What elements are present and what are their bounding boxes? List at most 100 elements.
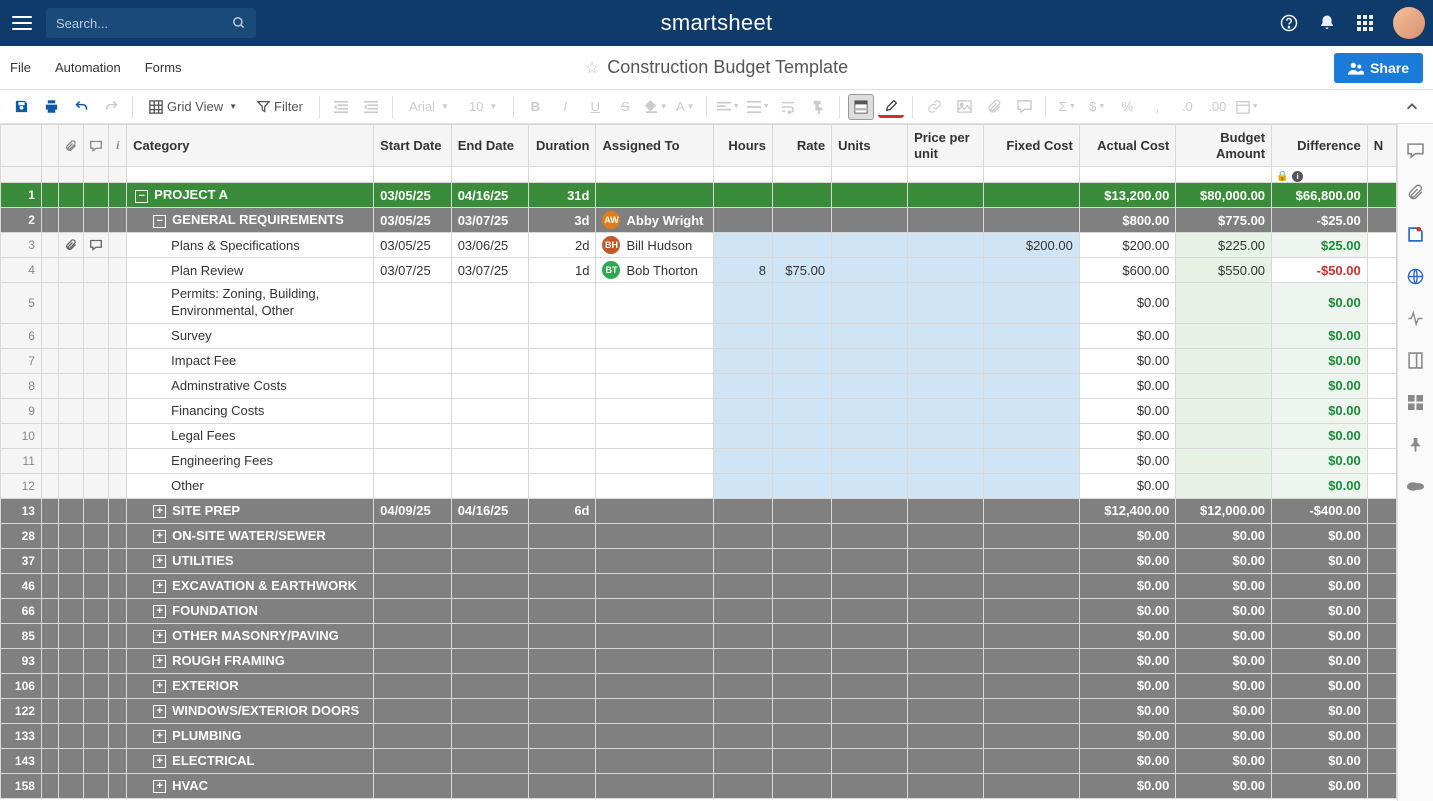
header-info-icon[interactable]: i (109, 125, 127, 167)
underline-icon[interactable]: U (582, 94, 608, 120)
cell-hours[interactable] (714, 748, 773, 773)
cell-actual[interactable]: $0.00 (1079, 548, 1176, 573)
cell-hours[interactable] (714, 523, 773, 548)
row-attach[interactable] (59, 323, 84, 348)
cell-end[interactable] (451, 748, 528, 773)
cell-assigned[interactable] (596, 723, 714, 748)
cell-hours[interactable] (714, 373, 773, 398)
cell-start[interactable] (374, 283, 452, 324)
cell-duration[interactable] (528, 398, 596, 423)
cell-duration[interactable] (528, 473, 596, 498)
cell-duration[interactable] (528, 648, 596, 673)
sum-icon[interactable]: Σ▼ (1054, 94, 1080, 120)
row-attach[interactable] (59, 573, 84, 598)
cell-end[interactable]: 04/16/25 (451, 183, 528, 208)
cell-assigned[interactable] (596, 473, 714, 498)
cell-fixed[interactable] (984, 398, 1080, 423)
cell-notes[interactable] (1367, 623, 1396, 648)
cell-notes[interactable] (1367, 423, 1396, 448)
cell-duration[interactable] (528, 748, 596, 773)
header-end[interactable]: End Date (451, 125, 528, 167)
cell-budget[interactable]: $775.00 (1176, 208, 1272, 233)
filter-button[interactable]: Filter (249, 94, 311, 120)
cell-end[interactable] (451, 648, 528, 673)
cell-assigned[interactable] (596, 548, 714, 573)
cell-actual[interactable]: $0.00 (1079, 373, 1176, 398)
cell-actual[interactable]: $0.00 (1079, 648, 1176, 673)
cell-budget[interactable] (1176, 423, 1272, 448)
cell-rate[interactable] (772, 723, 831, 748)
cell-diff[interactable]: $0.00 (1272, 623, 1368, 648)
cell-start[interactable] (374, 748, 452, 773)
expand-icon[interactable]: + (153, 505, 166, 518)
cell-ppu[interactable] (908, 748, 984, 773)
cell-units[interactable] (832, 183, 908, 208)
row-number[interactable]: 12 (1, 473, 42, 498)
cell-budget[interactable] (1176, 323, 1272, 348)
cell-end[interactable] (451, 448, 528, 473)
row-comment[interactable] (84, 423, 109, 448)
cell-rate[interactable] (772, 673, 831, 698)
cell-category[interactable]: Plans & Specifications (127, 233, 374, 258)
cell-fixed[interactable] (984, 183, 1080, 208)
cell-notes[interactable] (1367, 648, 1396, 673)
cell-units[interactable] (832, 283, 908, 324)
cell-start[interactable]: 03/07/25 (374, 258, 452, 283)
header-duration[interactable]: Duration (528, 125, 596, 167)
file-menu[interactable]: File (10, 60, 31, 75)
grid-row[interactable]: 122+WINDOWS/EXTERIOR DOORS$0.00$0.00$0.0… (1, 698, 1397, 723)
row-comment[interactable] (84, 448, 109, 473)
cell-start[interactable] (374, 598, 452, 623)
cell-start[interactable] (374, 473, 452, 498)
expand-icon[interactable]: + (153, 680, 166, 693)
cell-end[interactable] (451, 283, 528, 324)
cell-ppu[interactable] (908, 423, 984, 448)
cell-budget[interactable]: $225.00 (1176, 233, 1272, 258)
cell-notes[interactable] (1367, 183, 1396, 208)
cell-units[interactable] (832, 348, 908, 373)
row-comment[interactable] (84, 523, 109, 548)
grid-row[interactable]: 13+SITE PREP04/09/2504/16/256d$12,400.00… (1, 498, 1397, 523)
cell-hours[interactable] (714, 348, 773, 373)
cell-diff[interactable]: -$400.00 (1272, 498, 1368, 523)
cell-start[interactable]: 04/09/25 (374, 498, 452, 523)
indent-icon[interactable] (358, 94, 384, 120)
cell-actual[interactable]: $200.00 (1079, 233, 1176, 258)
cell-hours[interactable] (714, 598, 773, 623)
row-attach[interactable] (59, 548, 84, 573)
grid-row[interactable]: 7Impact Fee$0.00$0.00 (1, 348, 1397, 373)
row-number[interactable]: 46 (1, 573, 42, 598)
cell-fixed[interactable] (984, 773, 1080, 798)
star-icon[interactable]: ☆ (585, 58, 599, 78)
cell-ppu[interactable] (908, 573, 984, 598)
row-attach[interactable] (59, 448, 84, 473)
cell-rate[interactable] (772, 233, 831, 258)
cell-actual[interactable]: $0.00 (1079, 573, 1176, 598)
cell-category[interactable]: +EXCAVATION & EARTHWORK (127, 573, 374, 598)
row-number[interactable]: 9 (1, 398, 42, 423)
cell-diff[interactable]: $25.00 (1272, 233, 1368, 258)
cell-budget[interactable] (1176, 283, 1272, 324)
cell-category[interactable]: +WINDOWS/EXTERIOR DOORS (127, 698, 374, 723)
cell-units[interactable] (832, 473, 908, 498)
cell-units[interactable] (832, 208, 908, 233)
cell-end[interactable] (451, 473, 528, 498)
link-icon[interactable] (921, 94, 947, 120)
cell-category[interactable]: +ROUGH FRAMING (127, 648, 374, 673)
row-attach[interactable] (59, 283, 84, 324)
comment-icon[interactable] (1011, 94, 1037, 120)
brandfolder-icon[interactable] (1406, 476, 1426, 496)
grid-row[interactable]: 10Legal Fees$0.00$0.00 (1, 423, 1397, 448)
cell-category[interactable]: +ELECTRICAL (127, 748, 374, 773)
cell-end[interactable] (451, 423, 528, 448)
menu-icon[interactable] (8, 9, 36, 37)
currency-icon[interactable]: $▼ (1084, 94, 1110, 120)
header-actual[interactable]: Actual Cost (1079, 125, 1176, 167)
help-icon[interactable] (1279, 13, 1299, 33)
cell-actual[interactable]: $0.00 (1079, 598, 1176, 623)
header-fixed[interactable]: Fixed Cost (984, 125, 1080, 167)
cell-fixed[interactable] (984, 723, 1080, 748)
cell-end[interactable] (451, 673, 528, 698)
cell-end[interactable] (451, 348, 528, 373)
cell-start[interactable]: 03/05/25 (374, 233, 452, 258)
